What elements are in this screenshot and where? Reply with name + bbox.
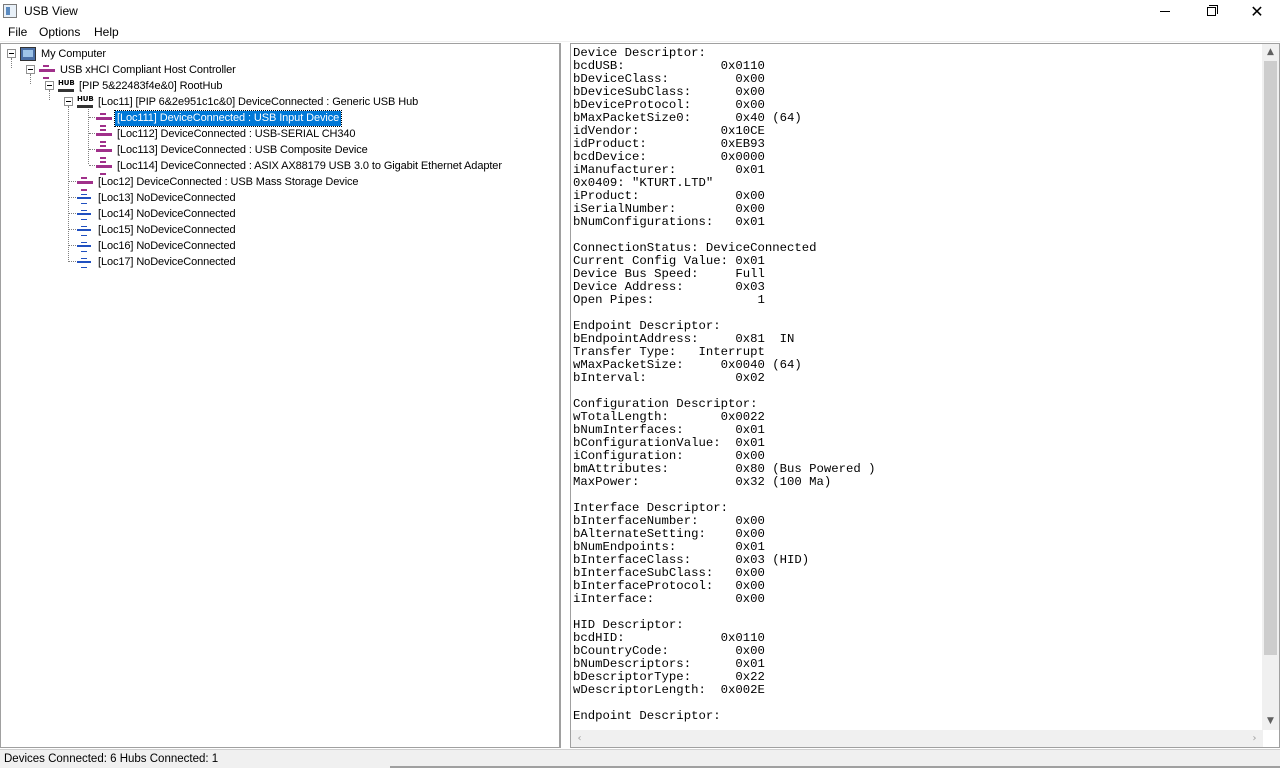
- tree-node-host-controller[interactable]: USB xHCI Compliant Host Controller: [39, 62, 238, 79]
- usb-port-icon: [77, 239, 93, 253]
- menu-file[interactable]: File: [7, 25, 28, 39]
- tree-line: [11, 58, 12, 68]
- usb-device-icon: [96, 111, 112, 127]
- collapse-toggle[interactable]: [7, 49, 16, 58]
- usb-device-icon: [96, 143, 112, 159]
- scroll-right-icon[interactable]: ›: [1246, 730, 1263, 747]
- menu-options[interactable]: Options: [38, 25, 81, 39]
- usb-device-icon: [96, 159, 112, 175]
- usb-device-icon: [96, 127, 112, 143]
- menu-help[interactable]: Help: [93, 25, 120, 39]
- hub-icon: HUB: [58, 80, 75, 92]
- tree-node-my-computer[interactable]: My Computer: [20, 46, 108, 62]
- collapse-toggle[interactable]: [64, 97, 73, 106]
- status-text: Devices Connected: 6 Hubs Connected: 1: [4, 753, 219, 765]
- descriptor-details-pane[interactable]: Device Descriptor: bcdUSB: 0x0110 bDevic…: [570, 43, 1280, 748]
- usb-port-icon: [77, 207, 93, 221]
- tree-node-loc17[interactable]: [Loc17] NoDeviceConnected: [77, 254, 238, 270]
- tree-node-loc112[interactable]: [Loc112] DeviceConnected : USB-SERIAL CH…: [96, 126, 357, 143]
- tree-node-generic-hub[interactable]: HUB [Loc11] [PIP 6&2e951c1c&0] DeviceCon…: [77, 94, 420, 110]
- tree-line: [49, 90, 50, 100]
- scroll-thumb[interactable]: [1264, 61, 1277, 655]
- tree-node-loc14[interactable]: [Loc14] NoDeviceConnected: [77, 206, 238, 222]
- hub-icon: HUB: [77, 96, 94, 108]
- device-tree[interactable]: My Computer USB xHCI Compliant Host Cont…: [0, 43, 561, 748]
- title-bar: USB View ✕: [0, 0, 1280, 23]
- close-icon: ✕: [1250, 1, 1264, 21]
- tree-node-loc111[interactable]: [Loc111] DeviceConnected : USB Input Dev…: [96, 109, 343, 127]
- tree-node-root-hub[interactable]: HUB [PIP 5&22483f4e&0] RootHub: [58, 78, 224, 94]
- tree-node-loc113[interactable]: [Loc113] DeviceConnected : USB Composite…: [96, 142, 370, 159]
- usb-port-icon: [77, 223, 93, 237]
- tree-node-loc16[interactable]: [Loc16] NoDeviceConnected: [77, 238, 238, 254]
- descriptor-details-text: Device Descriptor: bcdUSB: 0x0110 bDevic…: [573, 46, 876, 723]
- close-button[interactable]: ✕: [1234, 0, 1280, 23]
- tree-line: [88, 106, 89, 164]
- tree-node-loc15[interactable]: [Loc15] NoDeviceConnected: [77, 222, 238, 238]
- vertical-scrollbar[interactable]: ▲ ▼: [1262, 44, 1279, 730]
- minimize-icon: [1160, 11, 1170, 12]
- tree-node-loc12[interactable]: [Loc12] DeviceConnected : USB Mass Stora…: [77, 174, 360, 191]
- collapse-toggle[interactable]: [45, 81, 54, 90]
- usb-device-icon: [77, 175, 93, 191]
- collapse-toggle[interactable]: [26, 65, 35, 74]
- horizontal-scrollbar[interactable]: ‹ ›: [571, 730, 1263, 747]
- restore-button[interactable]: [1188, 0, 1234, 23]
- tree-line: [68, 106, 69, 262]
- status-bar: Devices Connected: 6 Hubs Connected: 1: [0, 749, 1280, 768]
- computer-icon: [20, 47, 36, 61]
- usb-port-icon: [77, 191, 93, 205]
- window-title: USB View: [24, 4, 78, 18]
- app-icon: [3, 4, 17, 18]
- menu-bar: File Options Help: [0, 23, 1280, 42]
- usb-controller-icon: [39, 63, 55, 79]
- scroll-up-icon[interactable]: ▲: [1262, 44, 1279, 61]
- tree-line: [30, 74, 31, 84]
- restore-icon: [1206, 5, 1218, 16]
- tree-node-loc114[interactable]: [Loc114] DeviceConnected : ASIX AX88179 …: [96, 158, 504, 175]
- minimize-button[interactable]: [1142, 0, 1188, 23]
- scroll-down-icon[interactable]: ▼: [1262, 713, 1279, 730]
- scroll-left-icon[interactable]: ‹: [571, 730, 588, 747]
- usb-port-icon: [77, 255, 93, 269]
- tree-node-loc13[interactable]: [Loc13] NoDeviceConnected: [77, 190, 238, 206]
